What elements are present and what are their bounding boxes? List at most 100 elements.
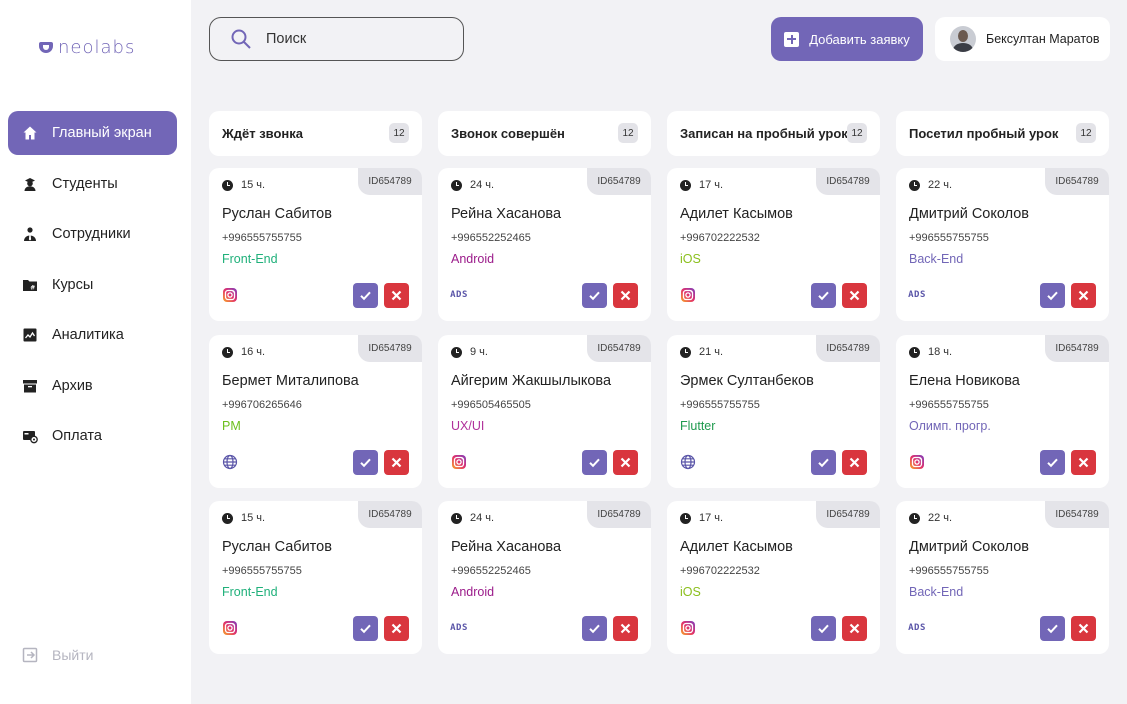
accept-button[interactable] xyxy=(811,283,836,308)
accept-button[interactable] xyxy=(811,450,836,475)
lead-card[interactable]: 18 ч. ID654789 Елена Новикова +996555755755… xyxy=(896,335,1109,488)
column-count-badge: 12 xyxy=(618,123,638,143)
lead-card[interactable]: 21 ч. ID654789 Эрмек Султанбеков +996555755… xyxy=(667,335,880,488)
card-time: 15 ч. xyxy=(222,512,265,524)
close-icon xyxy=(620,623,631,634)
column-title: Ждёт звонка xyxy=(222,126,304,141)
column-title: Записан на пробный урок xyxy=(680,126,848,141)
lead-phone: +996706265646 xyxy=(222,399,302,411)
reject-button[interactable] xyxy=(1071,450,1096,475)
reject-button[interactable] xyxy=(384,616,409,641)
sidebar-item-5[interactable]: Архив xyxy=(8,364,177,408)
accept-button[interactable] xyxy=(1040,450,1065,475)
card-time: 21 ч. xyxy=(680,346,723,358)
card-id-badge: ID654789 xyxy=(816,335,880,362)
card-time: 15 ч. xyxy=(222,179,265,191)
logo[interactable]: neolabs xyxy=(38,37,135,58)
accept-button[interactable] xyxy=(582,283,607,308)
lead-card[interactable]: 22 ч. ID654789 Дмитрий Соколов +99655575575… xyxy=(896,168,1109,321)
search-input[interactable] xyxy=(266,31,436,47)
lead-card[interactable]: 9 ч. ID654789 Айгерим Жакшылыкова +99650546… xyxy=(438,335,651,488)
logo-text: neolabs xyxy=(58,37,136,58)
card-time: 22 ч. xyxy=(909,512,952,524)
reject-button[interactable] xyxy=(842,450,867,475)
lead-name: Рейна Хасанова xyxy=(451,206,562,222)
sidebar-item-2[interactable]: Сотрудники xyxy=(8,212,177,256)
card-id-badge: ID654789 xyxy=(358,168,422,195)
reject-button[interactable] xyxy=(1071,616,1096,641)
sidebar-item-label: Сотрудники xyxy=(52,226,131,242)
card-id-badge: ID654789 xyxy=(587,335,651,362)
accept-button[interactable] xyxy=(582,616,607,641)
lead-card[interactable]: 15 ч. ID654789 Руслан Сабитов +996555755755… xyxy=(209,168,422,321)
sidebar-item-1[interactable]: Студенты xyxy=(8,162,177,206)
course-tag: Front-End xyxy=(222,252,278,266)
lead-phone: +996555755755 xyxy=(222,565,302,577)
accept-button[interactable] xyxy=(582,450,607,475)
home-icon xyxy=(22,125,38,141)
svg-text:#: # xyxy=(30,284,35,291)
card-id-badge: ID654789 xyxy=(1045,335,1109,362)
course-tag: Flutter xyxy=(680,419,716,433)
logout-button[interactable]: Выйти xyxy=(22,647,93,663)
clock-icon xyxy=(909,512,920,524)
course-tag: iOS xyxy=(680,585,701,599)
search-box[interactable] xyxy=(209,17,464,61)
lead-card[interactable]: 22 ч. ID654789 Дмитрий Соколов +99655575575… xyxy=(896,501,1109,654)
lead-card[interactable]: 17 ч. ID654789 Адилет Касымов +996702222532… xyxy=(667,501,880,654)
reject-button[interactable] xyxy=(384,283,409,308)
time-value: 24 ч. xyxy=(470,512,495,524)
lead-card[interactable]: 17 ч. ID654789 Адилет Касымов +996702222532… xyxy=(667,168,880,321)
sidebar-item-4[interactable]: Аналитика xyxy=(8,313,177,357)
folder-hash-icon: # xyxy=(22,277,38,293)
ads-icon: ADS xyxy=(450,620,468,636)
lead-phone: +996555755755 xyxy=(909,232,989,244)
accept-button[interactable] xyxy=(1040,283,1065,308)
reject-button[interactable] xyxy=(613,283,638,308)
lead-card[interactable]: 16 ч. ID654789 Бермет Миталипова +996706265… xyxy=(209,335,422,488)
reject-button[interactable] xyxy=(1071,283,1096,308)
close-icon xyxy=(620,457,631,468)
reject-button[interactable] xyxy=(613,450,638,475)
column-header: Звонок совершён 12 xyxy=(438,111,651,156)
reject-button[interactable] xyxy=(384,450,409,475)
accept-button[interactable] xyxy=(1040,616,1065,641)
lead-phone: +996555755755 xyxy=(909,565,989,577)
course-tag: Android xyxy=(451,585,495,599)
ads-label: ADS xyxy=(450,623,468,633)
column-header: Ждёт звонка 12 xyxy=(209,111,422,156)
sidebar-item-0[interactable]: Главный экран xyxy=(8,111,177,155)
lead-name: Бермет Миталипова xyxy=(222,373,359,389)
reject-button[interactable] xyxy=(842,616,867,641)
sidebar-item-6[interactable]: Оплата xyxy=(8,414,177,458)
lead-card[interactable]: 15 ч. ID654789 Руслан Сабитов +996555755755… xyxy=(209,501,422,654)
analytics-icon xyxy=(22,327,38,343)
add-request-button[interactable]: Добавить заявку xyxy=(771,17,923,61)
accept-button[interactable] xyxy=(353,616,378,641)
reject-button[interactable] xyxy=(842,283,867,308)
ads-icon: ADS xyxy=(450,287,468,303)
card-id-badge: ID654789 xyxy=(587,501,651,528)
close-icon xyxy=(849,623,860,634)
add-request-label: Добавить заявку xyxy=(809,31,910,47)
card-time: 24 ч. xyxy=(451,512,494,524)
lead-name: Дмитрий Соколов xyxy=(909,539,1030,555)
lead-card[interactable]: 24 ч. ID654789 Рейна Хасанова +996552252465… xyxy=(438,168,651,321)
accept-button[interactable] xyxy=(353,283,378,308)
check-icon xyxy=(818,624,829,634)
check-icon xyxy=(360,624,371,634)
ads-label: ADS xyxy=(450,290,468,300)
archive-icon xyxy=(22,378,38,394)
sidebar-item-3[interactable]: # Курсы xyxy=(8,263,177,307)
lead-card[interactable]: 24 ч. ID654789 Рейна Хасанова +996552252465… xyxy=(438,501,651,654)
column-count-badge: 12 xyxy=(1076,123,1096,143)
reject-button[interactable] xyxy=(613,616,638,641)
accept-button[interactable] xyxy=(811,616,836,641)
close-icon xyxy=(1078,457,1089,468)
user-profile[interactable]: Бексултан Маратов xyxy=(935,17,1110,61)
accept-button[interactable] xyxy=(353,450,378,475)
lead-name: Айгерим Жакшылыкова xyxy=(451,373,612,389)
close-icon xyxy=(849,290,860,301)
lead-name: Адилет Касымов xyxy=(680,206,793,222)
user-name: Бексултан Маратов xyxy=(986,32,1100,46)
